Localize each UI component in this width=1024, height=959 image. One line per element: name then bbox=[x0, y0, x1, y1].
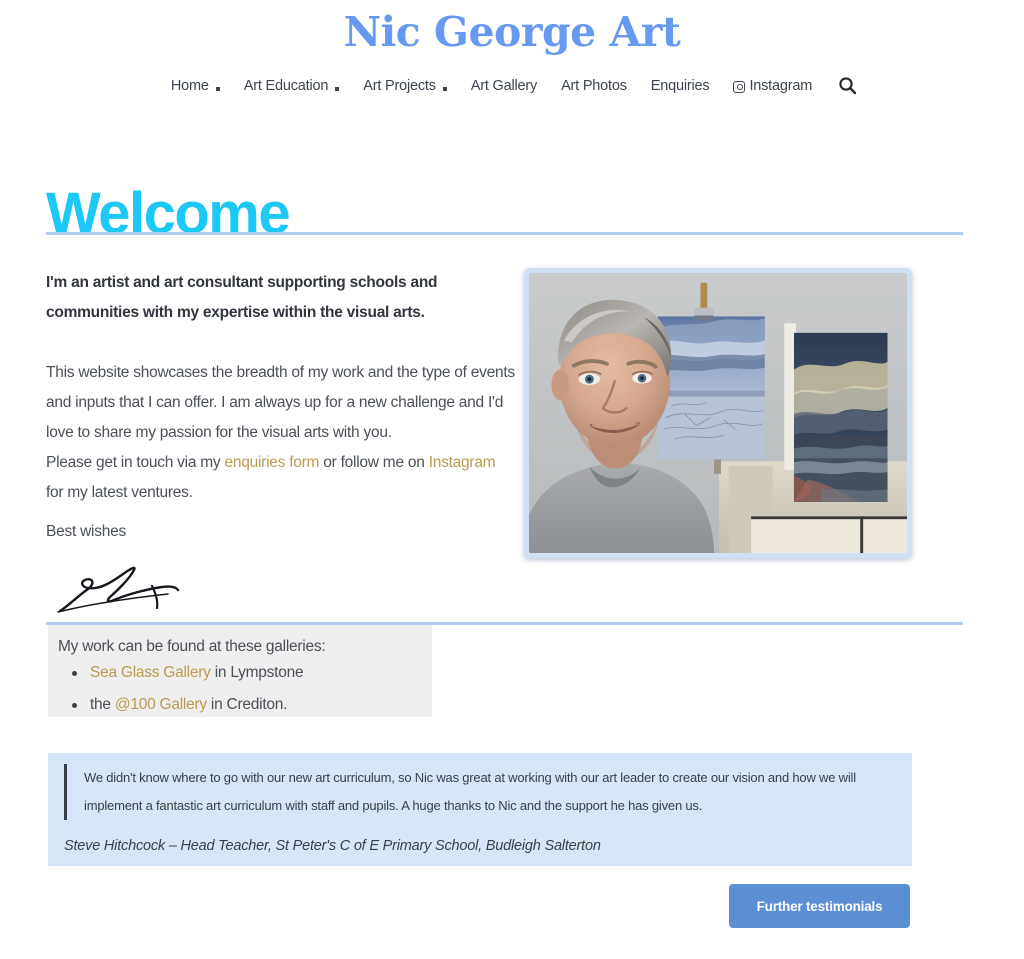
enquiries-form-link[interactable]: enquiries form bbox=[225, 454, 320, 471]
testimonial-attribution: Steve Hitchcock – Head Teacher, St Peter… bbox=[64, 838, 601, 854]
profile-photo bbox=[529, 273, 907, 553]
gallery-prefix: the bbox=[90, 695, 115, 713]
intro-paragraph: This website showcases the breadth of my… bbox=[46, 358, 516, 448]
chevron-down-icon bbox=[335, 86, 340, 91]
gallery-suffix: in Lympstone bbox=[210, 664, 304, 681]
contact-text-2: or follow me on bbox=[319, 454, 429, 471]
signature-image bbox=[57, 566, 180, 613]
list-item: Sea Glass Gallery in Lympstone bbox=[72, 664, 432, 683]
nav-label: Art Projects bbox=[363, 77, 436, 94]
list-item: the @100 Gallery in Crediton. bbox=[72, 695, 432, 715]
site-title: Nic George Art bbox=[343, 8, 681, 56]
nav-item-art-education[interactable]: Art Education bbox=[232, 78, 351, 94]
best-wishes-text: Best wishes bbox=[46, 523, 126, 540]
intro-paragraph-text: This website showcases the breadth of my… bbox=[46, 364, 515, 441]
galleries-heading: My work can be found at these galleries: bbox=[58, 638, 326, 655]
nav-label: Enquiries bbox=[650, 77, 710, 94]
further-testimonials-button[interactable]: Further testimonials bbox=[729, 884, 910, 928]
nav-label: Art Gallery bbox=[470, 77, 538, 94]
contact-text-1: Please get in touch via my bbox=[46, 454, 225, 471]
nav-label: Art Photos bbox=[561, 77, 627, 94]
nav-item-instagram[interactable]: Instagram bbox=[721, 78, 824, 94]
contact-paragraph: Please get in touch via my enquiries for… bbox=[46, 448, 516, 508]
nav-item-art-photos[interactable]: Art Photos bbox=[549, 78, 639, 94]
nav-item-home[interactable]: Home bbox=[159, 78, 232, 94]
chevron-down-icon bbox=[215, 86, 220, 91]
nav-item-art-projects[interactable]: Art Projects bbox=[351, 78, 459, 94]
nav-label: Art Education bbox=[243, 77, 329, 94]
sea-glass-gallery-link[interactable]: Sea Glass Gallery bbox=[90, 664, 211, 681]
instagram-link[interactable]: Instagram bbox=[429, 454, 496, 471]
profile-photo-frame bbox=[524, 268, 912, 558]
page-root: Nic George Art Home Art Education Art Pr… bbox=[0, 0, 1024, 959]
contact-text-3: for my latest ventures. bbox=[46, 484, 193, 501]
intro-lead: I'm an artist and art consultant support… bbox=[46, 274, 438, 321]
intro-copy: I'm an artist and art consultant support… bbox=[46, 268, 516, 508]
chevron-down-icon bbox=[442, 86, 447, 91]
nav-label: Instagram bbox=[749, 77, 813, 94]
instagram-icon bbox=[733, 80, 746, 93]
galleries-box: My work can be found at these galleries:… bbox=[48, 625, 432, 717]
galleries-list: Sea Glass Gallery in Lympstone the @100 … bbox=[58, 664, 432, 714]
nav-label: Home bbox=[170, 77, 209, 94]
search-button[interactable] bbox=[824, 76, 865, 95]
testimonial-quote: We didn't know where to go with our new … bbox=[64, 764, 884, 820]
gallery-suffix: in Crediton. bbox=[206, 695, 288, 713]
main-navigation: Home Art Education Art Projects Art Gall… bbox=[0, 76, 1024, 95]
divider-top bbox=[46, 232, 963, 235]
nav-item-enquiries[interactable]: Enquiries bbox=[639, 78, 722, 94]
at100-gallery-link[interactable]: @100 Gallery bbox=[115, 696, 207, 713]
nav-item-art-gallery[interactable]: Art Gallery bbox=[459, 78, 549, 94]
search-icon bbox=[839, 77, 857, 95]
testimonial-block: We didn't know where to go with our new … bbox=[48, 753, 912, 866]
